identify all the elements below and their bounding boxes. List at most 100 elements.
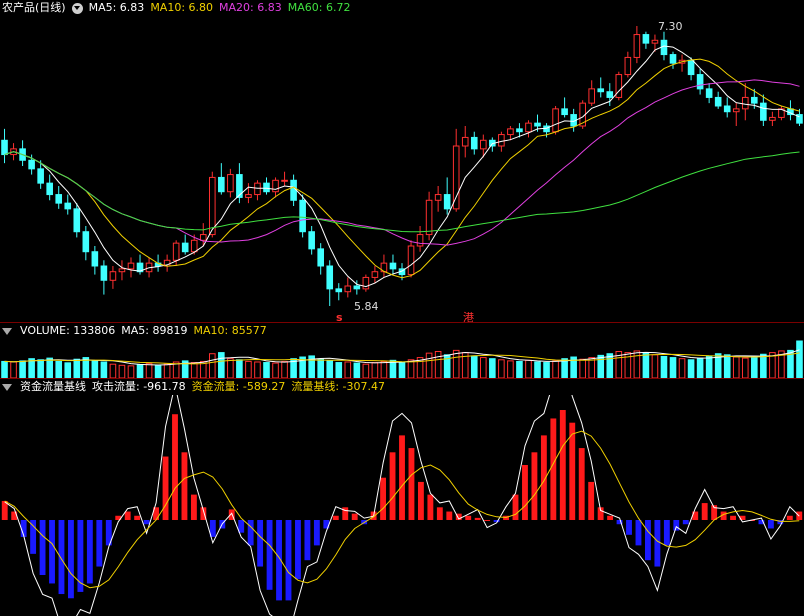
flow-bar	[266, 520, 273, 590]
candle-body	[208, 176, 216, 236]
candle-body	[452, 145, 460, 210]
volume-bar	[55, 360, 63, 378]
volume-label: VOLUME: 133806	[20, 324, 116, 337]
candle-body	[181, 242, 189, 253]
flow-bar	[673, 520, 680, 531]
candle-body	[534, 122, 541, 127]
volume-bar	[91, 360, 99, 378]
volume-bar	[507, 360, 514, 378]
volume-bar	[534, 361, 541, 378]
flow-title: 资金流量基线	[20, 380, 86, 393]
candle-body	[660, 39, 668, 56]
candle-body	[218, 176, 225, 193]
volume-bar	[489, 358, 496, 378]
volume-bar	[37, 359, 44, 378]
candle-body	[751, 96, 758, 104]
flow-bar	[408, 448, 415, 520]
volume-bar	[705, 355, 713, 378]
volume-bar	[136, 364, 144, 378]
price-panel: 农产品(日线) MA5: 6.83 MA10: 6.80 MA20: 6.83 …	[0, 0, 804, 324]
candle-body	[461, 136, 469, 147]
ma60-label: MA60: 6.72	[287, 1, 351, 14]
candle-body	[597, 88, 605, 93]
flow-bar	[172, 414, 178, 520]
volume-bar	[127, 365, 135, 378]
volume-bar	[452, 349, 460, 378]
volume-bar	[335, 362, 343, 378]
flow-bar	[124, 511, 131, 520]
candle-body	[760, 102, 767, 121]
flow-bar	[313, 520, 320, 546]
candle-body	[480, 139, 487, 150]
price-chart[interactable]	[0, 16, 804, 322]
volume-bar	[317, 358, 324, 378]
flow-bar	[578, 448, 585, 520]
volume-bar	[389, 359, 397, 378]
candle-body	[82, 231, 90, 253]
candle-body	[507, 128, 514, 136]
collapse-icon[interactable]	[2, 327, 12, 335]
volume-bar	[154, 364, 162, 378]
candle-body	[552, 108, 559, 133]
candle-body	[263, 182, 270, 193]
volume-bar	[543, 362, 550, 378]
flow-chart[interactable]	[0, 395, 804, 616]
volume-bar	[687, 359, 695, 378]
candle-body	[1, 139, 8, 156]
volume-bar	[118, 364, 126, 378]
volume-bar	[10, 361, 17, 378]
price-title: 农产品(日线)	[2, 1, 66, 14]
volume-chart[interactable]	[0, 339, 804, 378]
flow-bar	[380, 477, 387, 520]
flow-bar	[767, 520, 774, 529]
candle-body	[633, 34, 641, 58]
candle-body	[100, 265, 108, 281]
candle-body	[335, 288, 343, 293]
candle-body	[272, 179, 279, 193]
volume-bar	[254, 361, 261, 378]
collapse-icon[interactable]	[2, 383, 12, 391]
volume-panel: VOLUME: 133806 MA5: 89819 MA10: 85577	[0, 323, 804, 378]
vol-ma10-label: MA10: 85577	[193, 324, 267, 337]
volume-bar	[109, 363, 117, 378]
candle-body	[498, 134, 505, 147]
candle-body	[443, 194, 451, 210]
flow-bar	[285, 520, 292, 601]
candle-body	[389, 262, 397, 270]
dropdown-icon[interactable]	[71, 2, 83, 14]
flow-panel: 资金流量基线 攻击流量: -961.78 资金流量: -589.27 流量基线:…	[0, 379, 804, 616]
flow-bar	[295, 520, 301, 580]
volume-bar	[100, 361, 108, 378]
volume-bar	[19, 360, 26, 378]
candle-body	[326, 265, 334, 290]
candle-body	[371, 271, 379, 278]
candle-body	[55, 194, 63, 204]
candle-body	[741, 96, 749, 110]
ma5-line	[4, 45, 800, 288]
ma5-label: MA5: 6.83	[88, 1, 145, 14]
volume-bar	[669, 357, 677, 378]
volume-bar	[208, 353, 216, 378]
volume-bar	[272, 362, 279, 378]
flow-bar	[86, 520, 93, 584]
flow-bar	[49, 520, 55, 584]
attack-flow-label: 攻击流量: -961.78	[92, 380, 186, 393]
candle-body	[299, 199, 306, 233]
candle-body	[73, 208, 81, 233]
volume-bar	[480, 357, 487, 378]
flow-bar	[484, 520, 491, 521]
flow-bar	[68, 520, 74, 599]
volume-bar	[398, 361, 406, 378]
volume-bar	[407, 359, 415, 378]
flow-bar	[626, 520, 632, 535]
candle-body	[642, 34, 650, 44]
volume-bar	[163, 363, 171, 378]
flow-bar	[332, 515, 339, 520]
candle-body	[118, 268, 126, 273]
flow-bar	[474, 517, 481, 520]
candle-body	[588, 88, 596, 104]
flow-header: 资金流量基线 攻击流量: -961.78 资金流量: -589.27 流量基线:…	[0, 379, 385, 395]
candle-body	[407, 245, 415, 276]
flow-bar	[143, 520, 150, 525]
candle-body	[28, 159, 35, 170]
